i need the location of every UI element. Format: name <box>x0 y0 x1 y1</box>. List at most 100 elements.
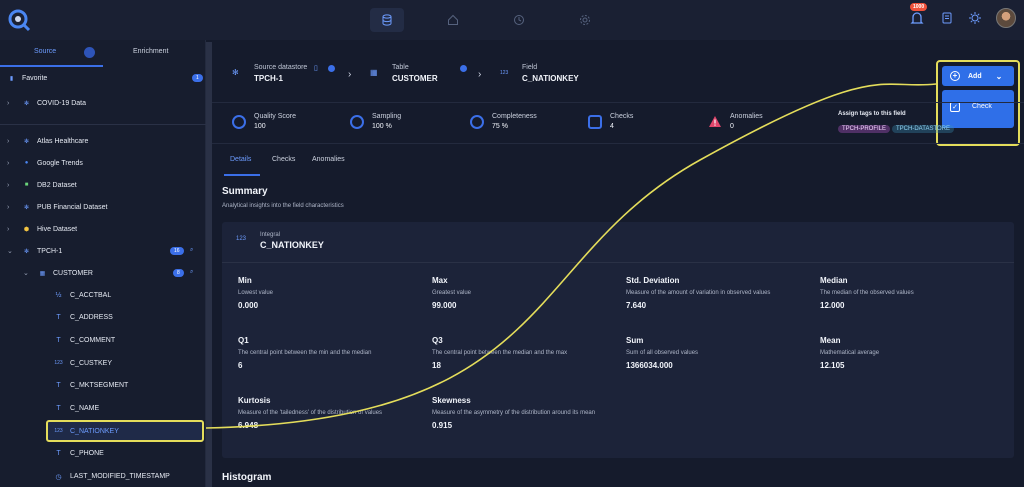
refresh-icon[interactable] <box>84 47 95 58</box>
field-label: C_PHONE <box>70 450 104 458</box>
tab-checks[interactable]: Checks <box>272 156 295 163</box>
stat-title: Std. Deviation <box>626 276 680 285</box>
text-type-icon: T <box>56 382 61 390</box>
sidebar-field-item[interactable]: 123 C_NATIONKEY <box>46 420 204 443</box>
info-icon[interactable] <box>328 65 335 72</box>
chevron-right-icon[interactable]: › <box>7 160 9 167</box>
breadcrumb-table[interactable]: Table CUSTOMER <box>392 64 438 83</box>
sidebar-item-pub[interactable]: › ✻ PUB Financial Dataset <box>0 196 204 218</box>
chevron-down-icon[interactable]: ⌄ <box>23 269 29 277</box>
metric-label: Anomalies <box>730 113 763 120</box>
field-type: Integral <box>260 232 281 238</box>
notification-icon[interactable]: 1000 <box>908 3 928 27</box>
add-circle-icon: + <box>950 71 960 81</box>
tag-chip[interactable]: TPCH-PROFILE <box>838 125 891 133</box>
add-button[interactable]: + Add ⌄ <box>942 66 1014 86</box>
sidebar-item-label: Google Trends <box>37 159 83 167</box>
metric-label: Sampling <box>372 113 402 120</box>
stat-description: The median of the observed values <box>820 290 914 296</box>
sidebar-field-item[interactable]: T C_COMMENT <box>0 329 204 351</box>
tab-anomalies[interactable]: Anomalies <box>312 156 345 163</box>
sidebar-item-tpch[interactable]: ⌄ ✻ TPCH-1 16 ⌕ <box>0 240 204 262</box>
sidebar-item-db2[interactable]: › ■ DB2 Dataset <box>0 174 204 196</box>
chevron-right-icon[interactable]: › <box>7 204 9 211</box>
tab-details[interactable]: Details <box>230 156 251 163</box>
stat-max: Max Greatest value 99.000 <box>432 276 612 310</box>
sidebar-field-item[interactable]: T C_ADDRESS <box>0 307 204 329</box>
clock-icon: ◷ <box>55 473 62 481</box>
sidebar-item-customer[interactable]: ⌄ ▦ CUSTOMER 8 ⌕ <box>0 262 204 284</box>
integer-icon: 123 <box>54 360 63 367</box>
summary-subtitle: Analytical insights into the field chara… <box>222 203 344 209</box>
chevron-right-icon[interactable]: › <box>7 138 9 145</box>
search-icon[interactable]: ⌕ <box>190 247 193 254</box>
metric-value: 4 <box>610 123 614 130</box>
checks-icon <box>588 115 602 129</box>
histogram-title: Histogram <box>222 472 272 483</box>
sidebar-field-item[interactable]: 123 C_CUSTKEY <box>0 352 204 374</box>
main-panel: ✻ Source datastore TPCH-1 ▯ › ▦ Table CU… <box>212 40 1024 487</box>
tag-chip[interactable]: TPCH-DATASTORE <box>892 125 955 133</box>
settings-icon[interactable] <box>568 8 602 32</box>
avatar[interactable] <box>996 8 1016 28</box>
tab-source[interactable]: Source <box>34 48 56 55</box>
sidebar-favorite[interactable]: ▮ Favorite 1 <box>0 67 204 89</box>
stat-title: Min <box>238 276 252 285</box>
sidebar-tabs: Source Enrichment <box>0 40 206 68</box>
explore-icon[interactable] <box>436 8 470 32</box>
sidebar: Source Enrichment ▮ Favorite 1 › ✻ COVID… <box>0 40 206 487</box>
metric-label: Quality Score <box>254 113 297 120</box>
chevron-down-icon[interactable]: ⌄ <box>7 247 13 255</box>
notification-badge: 1000 <box>910 3 928 11</box>
sidebar-field-item[interactable]: T C_PHONE <box>0 443 204 465</box>
tag-list: TPCH-PROFILE TPCH-DATASTORE <box>838 117 956 135</box>
stat-description: Measure of the amount of variation in ob… <box>626 290 771 296</box>
sidebar-item-covid[interactable]: › ✻ COVID-19 Data <box>0 92 204 114</box>
stat-sum: Sum Sum of all observed values 1366034.000 <box>626 336 806 370</box>
sidebar-item-atlas[interactable]: › ✻ Atlas Healthcare <box>0 130 204 152</box>
stat-description: The central point between the min and th… <box>238 350 372 356</box>
library-icon[interactable] <box>502 8 536 32</box>
search-logo-icon[interactable] <box>6 7 32 33</box>
search-icon[interactable]: ⌕ <box>190 269 193 276</box>
breadcrumb: ✻ Source datastore TPCH-1 ▯ › ▦ Table CU… <box>212 40 1024 102</box>
tab-enrichment[interactable]: Enrichment <box>133 48 168 55</box>
datastore-icon[interactable] <box>370 8 404 32</box>
top-bar: 1000 <box>0 0 1024 40</box>
chevron-right-icon[interactable]: › <box>7 100 9 107</box>
sidebar-field-item[interactable]: T C_NAME <box>0 398 204 420</box>
metric-value: 100 <box>254 123 266 130</box>
field-label: C_NATIONKEY <box>70 427 119 435</box>
stat-description: The central point between the median and… <box>432 350 568 356</box>
customer-count: 8 <box>173 269 184 277</box>
chevron-right-icon[interactable]: › <box>7 182 9 189</box>
sidebar-field-item[interactable]: ◷ LAST_MODIFIED_TIMESTAMP <box>0 466 204 487</box>
stat-q3: Q3 The central point between the median a… <box>432 336 612 370</box>
breadcrumb-field[interactable]: Field C_NATIONKEY <box>522 64 579 83</box>
breadcrumb-datastore[interactable]: Source datastore TPCH-1 <box>254 64 307 83</box>
sidebar-item-google[interactable]: › ● Google Trends <box>0 152 204 174</box>
sidebar-field-item[interactable]: ½ C_ACCTBAL <box>0 284 204 306</box>
text-type-icon: T <box>56 314 61 322</box>
bigquery-icon: ● <box>24 160 29 166</box>
metric-value: 0 <box>730 123 734 130</box>
sidebar-item-hive[interactable]: › ⬢ Hive Dataset <box>0 218 204 240</box>
field-label: C_ACCTBAL <box>70 291 112 299</box>
stat-q1: Q1 The central point between the min and … <box>238 336 418 370</box>
stat-title: Mean <box>820 336 841 345</box>
stat-std-deviation: Std. Deviation Measure of the amount of v… <box>626 276 806 310</box>
sidebar-field-item[interactable]: T C_MKTSEGMENT <box>0 375 204 397</box>
tags-panel: Assign tags to this field TPCH-PROFILE TP… <box>838 111 956 135</box>
chevron-right-icon[interactable]: › <box>7 226 9 233</box>
stat-kurtosis: Kurtosis Measure of the 'tailedness' of t… <box>238 396 418 430</box>
bookmark-icon[interactable]: ▯ <box>314 64 318 72</box>
snowflake-icon: ✻ <box>23 248 30 255</box>
docs-icon[interactable] <box>940 11 954 25</box>
stat-value: 99.000 <box>432 301 457 310</box>
favorite-label: Favorite <box>22 74 48 82</box>
theme-icon[interactable] <box>968 11 982 25</box>
field-name: C_NATIONKEY <box>522 74 579 83</box>
chevron-down-icon: ⌄ <box>995 71 1003 81</box>
info-icon[interactable] <box>460 65 467 72</box>
stat-value: 12.000 <box>820 301 845 310</box>
